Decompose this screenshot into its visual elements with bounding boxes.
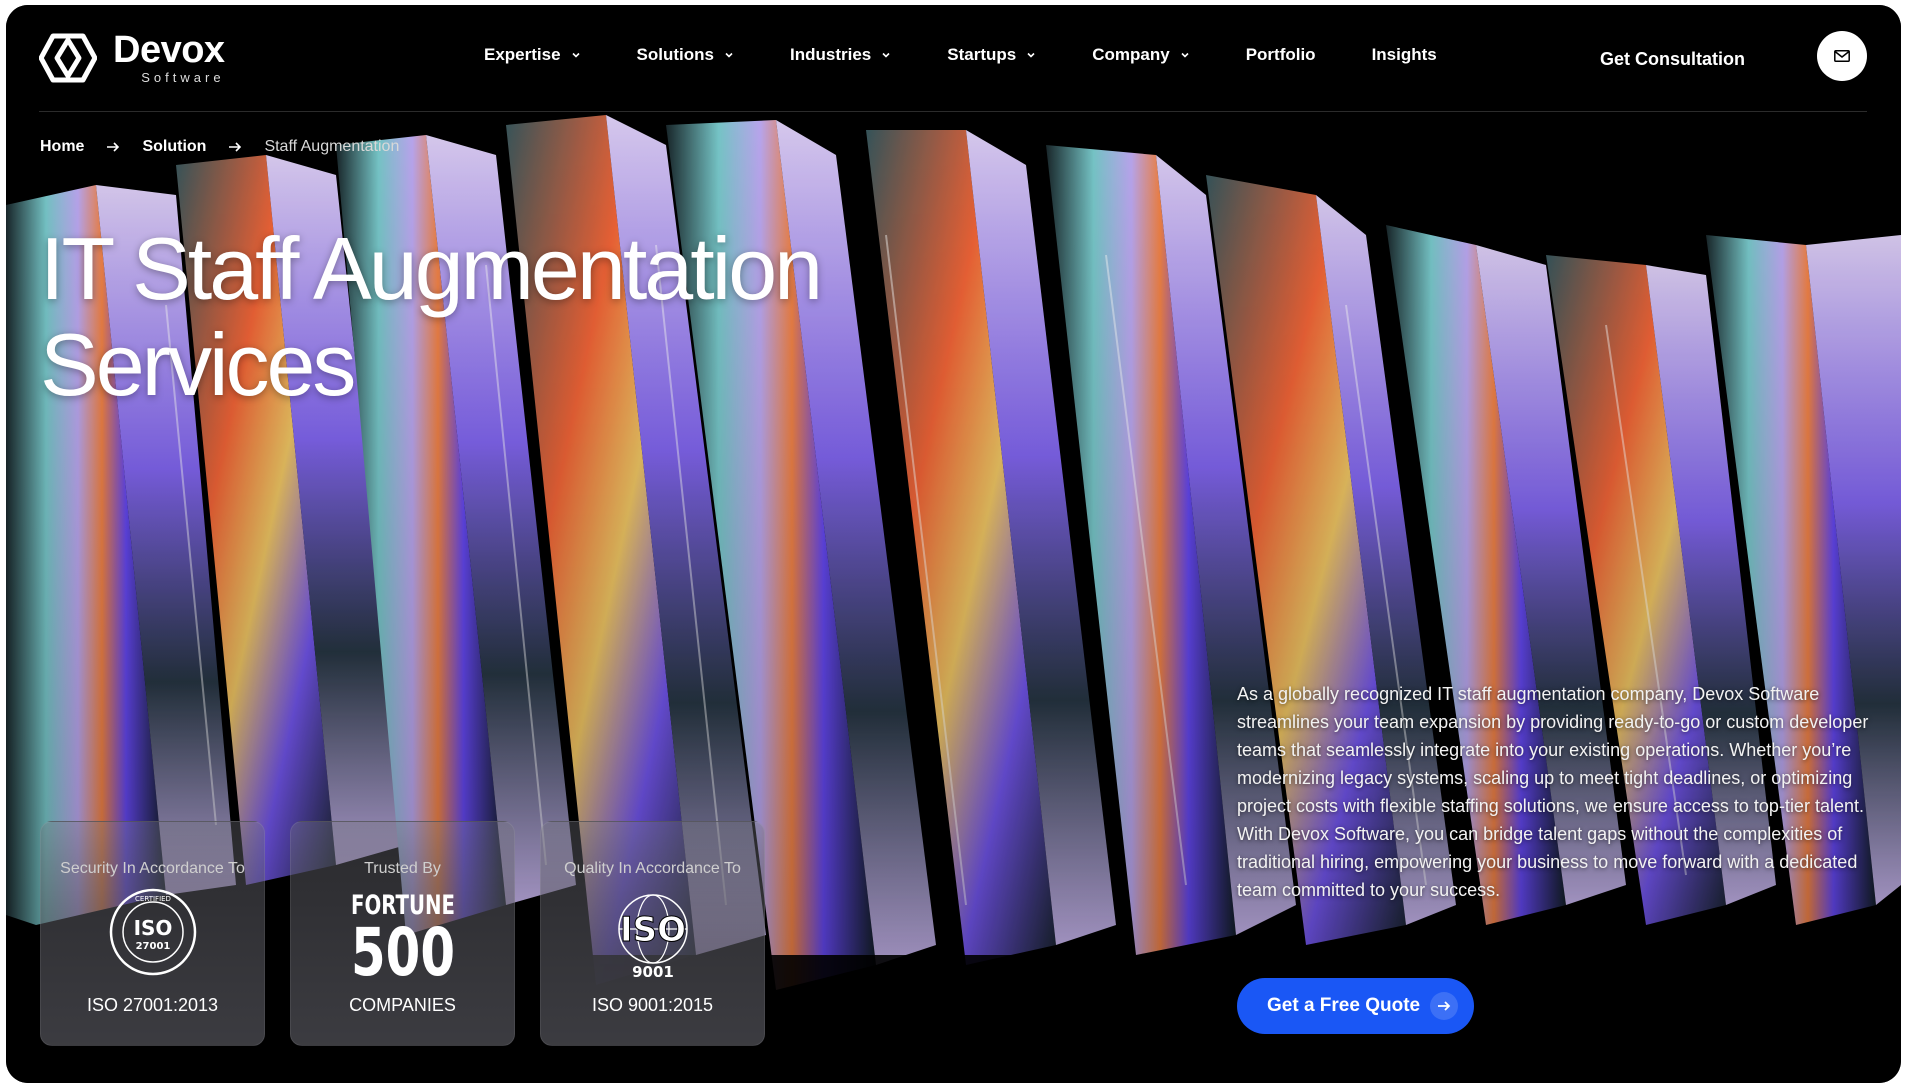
get-free-quote-button[interactable]: Get a Free Quote — [1237, 978, 1474, 1034]
nav-item-portfolio[interactable]: Portfolio — [1246, 45, 1316, 65]
iso-9001-logo-icon: ISO 9001 — [541, 887, 764, 979]
nav-label: Expertise — [484, 45, 561, 64]
page-frame: Devox Software Expertise Solutions Indus… — [6, 5, 1901, 1083]
nav-label: Company — [1092, 45, 1170, 64]
nav-item-startups[interactable]: Startups — [947, 45, 1036, 65]
breadcrumb-solution[interactable]: Solution — [142, 138, 206, 156]
nav-label: Portfolio — [1245, 45, 1316, 64]
fortune-logo-line-2: 500 — [351, 914, 455, 979]
cert-title: ISO 27001:2013 — [86, 995, 219, 1015]
arrow-right-icon — [1430, 992, 1458, 1020]
nav-item-company[interactable]: Company — [1092, 45, 1189, 65]
breadcrumb-home[interactable]: Home — [40, 138, 84, 156]
iso-logo-number-text: 9001 — [632, 963, 674, 979]
cert-caption: Quality In Accordance To — [564, 860, 741, 877]
logo-subtitle: Software — [141, 70, 225, 85]
header-divider — [39, 111, 1867, 112]
main-nav: Expertise Solutions Industries Startups … — [484, 45, 1437, 65]
chevron-down-icon — [1181, 52, 1189, 58]
chevron-down-icon — [571, 52, 580, 58]
page-title-line-1: IT Staff Augmentation — [40, 219, 823, 318]
iso-logo-main-text: ISO — [619, 910, 685, 950]
page-title-line-2: Services — [40, 315, 356, 414]
cert-card-fortune500: Trusted By FORTUNE 500 COMPANIES — [290, 821, 515, 1046]
arrow-right-icon — [229, 142, 242, 152]
nav-item-solutions[interactable]: Solutions — [637, 45, 734, 65]
cert-card-iso9001: Quality In Accordance To ISO 9001 ISO 90… — [540, 821, 765, 1046]
breadcrumb: Home Solution Staff Augmentation — [40, 138, 399, 156]
nav-item-insights[interactable]: Insights — [1372, 45, 1437, 65]
seal-ring-text: CERTIFIED — [135, 895, 171, 903]
quote-button-label: Get a Free Quote — [1267, 995, 1421, 1016]
chevron-down-icon — [882, 52, 890, 58]
nav-item-expertise[interactable]: Expertise — [484, 45, 581, 65]
page-title: IT Staff Augmentation Services — [40, 219, 823, 414]
logo-name: Devox — [113, 29, 225, 71]
nav-label: Insights — [1371, 45, 1437, 64]
breadcrumb-current: Staff Augmentation — [264, 138, 400, 155]
mail-icon — [1834, 50, 1850, 62]
cert-card-iso27001: Security In Accordance To CERTIFIED ISO … — [40, 821, 265, 1046]
cert-title: ISO 9001:2015 — [591, 995, 714, 1015]
nav-label: Industries — [790, 45, 872, 64]
cert-title: COMPANIES — [349, 995, 456, 1015]
seal-main-text: ISO — [133, 916, 172, 940]
devox-logo-icon — [39, 33, 97, 82]
cert-caption: Security In Accordance To — [60, 860, 245, 877]
chevron-down-icon — [1027, 52, 1035, 58]
nav-label: Solutions — [636, 45, 714, 64]
arrow-right-icon — [107, 142, 120, 152]
site-header: Devox Software Expertise Solutions Indus… — [6, 5, 1901, 112]
nav-label: Startups — [947, 45, 1017, 64]
chevron-down-icon — [725, 52, 733, 58]
mail-button[interactable] — [1817, 31, 1867, 81]
hero-description: As a globally recognized IT staff augmen… — [1237, 684, 1869, 900]
seal-number-text: 27001 — [135, 941, 170, 952]
nav-item-industries[interactable]: Industries — [790, 45, 891, 65]
get-consultation-link[interactable]: Get Consultation — [1600, 49, 1745, 70]
cert-caption: Trusted By — [364, 860, 441, 877]
logo[interactable]: Devox Software — [39, 31, 225, 84]
fortune-500-logo-icon: FORTUNE 500 — [291, 887, 514, 979]
iso-27001-seal-icon: CERTIFIED ISO 27001 — [41, 887, 264, 977]
